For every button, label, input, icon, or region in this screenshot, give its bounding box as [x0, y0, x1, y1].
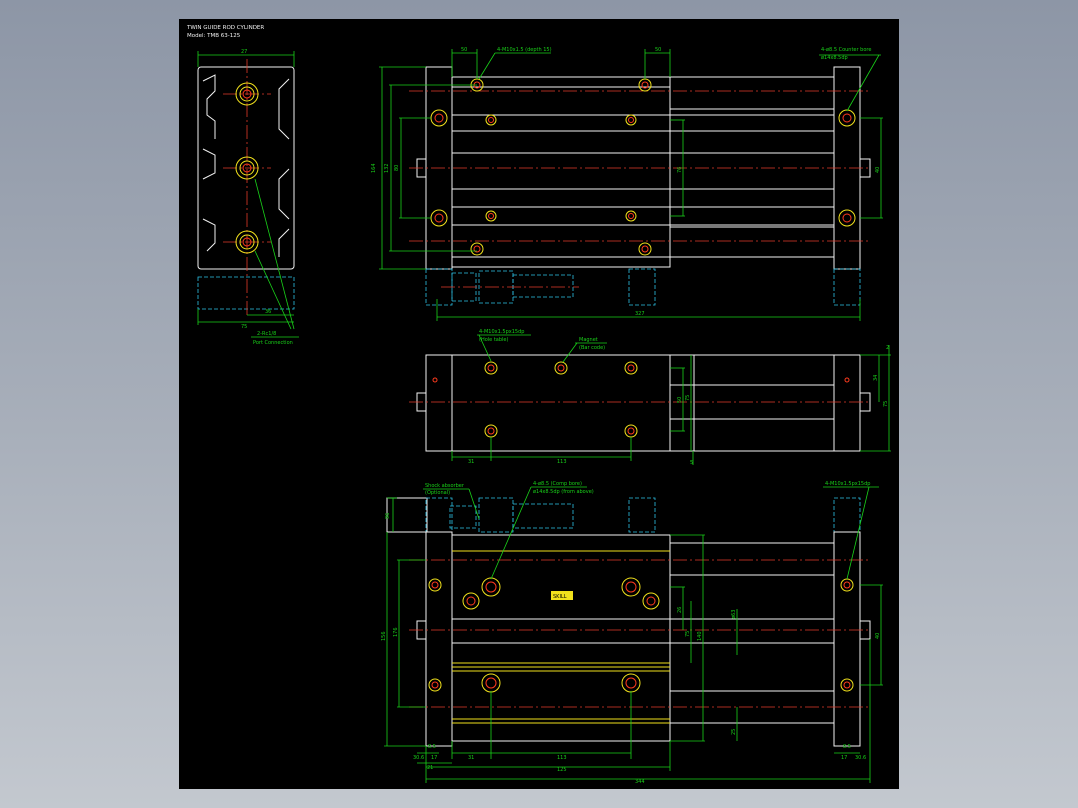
- front-dim-v4: 75: [685, 631, 691, 637]
- front-dim-v3: 26: [677, 607, 683, 613]
- front-dim-h: 30.6: [413, 755, 424, 761]
- end-dim-inner: 36: [265, 309, 271, 315]
- top-body: [451, 76, 671, 268]
- title-line1: TWIN GUIDE ROD CYLINDER: [186, 25, 264, 31]
- front-note2b: ø14x8.5dp (from above): [533, 489, 594, 495]
- end-dim-top: 27: [241, 49, 247, 55]
- side-note2: Magnet: [579, 337, 598, 343]
- front-note1: Shock absorber: [425, 483, 465, 489]
- top-dim-right: 50: [655, 47, 661, 53]
- front-note3: 4-M10x1.5px15dp: [825, 481, 870, 487]
- end-view: 27 75 36 2-Rc1/8 Port Connection: [197, 49, 299, 346]
- side-dim-d3: 50: [677, 397, 683, 403]
- front-dim-v6: ø63: [731, 610, 737, 619]
- front-dim-e: 21: [427, 765, 433, 771]
- drawing-sheet: TWIN GUIDE ROD CYLINDER Model: TMB 63-12…: [179, 19, 899, 789]
- side-dim-d4: 75: [685, 395, 691, 401]
- top-dim-left: 50: [461, 47, 467, 53]
- front-dim-a: 31: [468, 755, 474, 761]
- side-dim-d6: 75: [883, 401, 889, 407]
- front-note2: 4-ø8.5 (Comp bore): [533, 481, 582, 487]
- top-note1: 4-M10x1.5 (depth 15): [497, 47, 552, 53]
- front-dim-v8: 40: [875, 633, 881, 639]
- side-dim-d8: 5: [690, 460, 693, 466]
- side-view: 4-M10x1.5px15dp (Hole table) Magnet (Bar…: [409, 329, 891, 466]
- side-dim-d7: 2: [886, 345, 889, 351]
- front-dim-v9: 96: [385, 513, 391, 519]
- front-dim-f-right: 17: [841, 755, 847, 761]
- end-note1: 2-Rc1/8: [257, 331, 276, 337]
- front-dim-g: 8.5: [428, 744, 436, 750]
- front-note1b: (Optional): [425, 490, 450, 496]
- front-dim-f: 17: [431, 755, 437, 761]
- front-dim-h-right: 30.6: [855, 755, 866, 761]
- front-dim-g-right: 8.5: [843, 744, 851, 750]
- top-dim-total: 327: [635, 311, 645, 317]
- side-note2b: (Bar code): [579, 345, 605, 351]
- top-dim-h5: 40: [875, 167, 881, 173]
- front-dim-c: 125: [557, 767, 567, 773]
- top-dim-h2: 132: [384, 163, 390, 173]
- front-dim-v5: 140: [697, 631, 703, 641]
- cad-drawing: TWIN GUIDE ROD CYLINDER Model: TMB 63-12…: [186, 25, 891, 785]
- side-dim-d1: 31: [468, 459, 474, 465]
- side-dim-d2: 113: [557, 459, 567, 465]
- end-note2: Port Connection: [253, 340, 293, 346]
- nameplate-text: SKILL: [553, 594, 567, 600]
- front-dim-v7: 25: [731, 729, 737, 735]
- front-dim-d: 344: [635, 779, 645, 785]
- front-view: SKILL Shock absorber (Optional) 4-ø8.5 (…: [381, 481, 883, 785]
- side-note1b: (Hole table): [479, 337, 508, 343]
- top-note3: ø14x8.5dp: [821, 55, 848, 61]
- top-dim-h3: 80: [394, 165, 400, 171]
- top-view: 50 50 4-M10x1.5 (depth 15) 4-ø8.5 Counte…: [371, 47, 883, 321]
- top-dim-h1: 164: [371, 163, 377, 173]
- front-dim-v1: 156: [381, 631, 387, 641]
- top-dim-h4: 76: [677, 167, 683, 173]
- title-line2: Model: TMB 63-125: [187, 33, 241, 39]
- top-note2: 4-ø8.5 Counter bore: [821, 47, 871, 53]
- side-dim-d5: 34: [873, 375, 879, 381]
- front-dim-v2: 176: [393, 627, 399, 637]
- front-dim-b: 113: [557, 755, 567, 761]
- side-note1: 4-M10x1.5px15dp: [479, 329, 524, 335]
- end-dim-width: 75: [241, 324, 247, 330]
